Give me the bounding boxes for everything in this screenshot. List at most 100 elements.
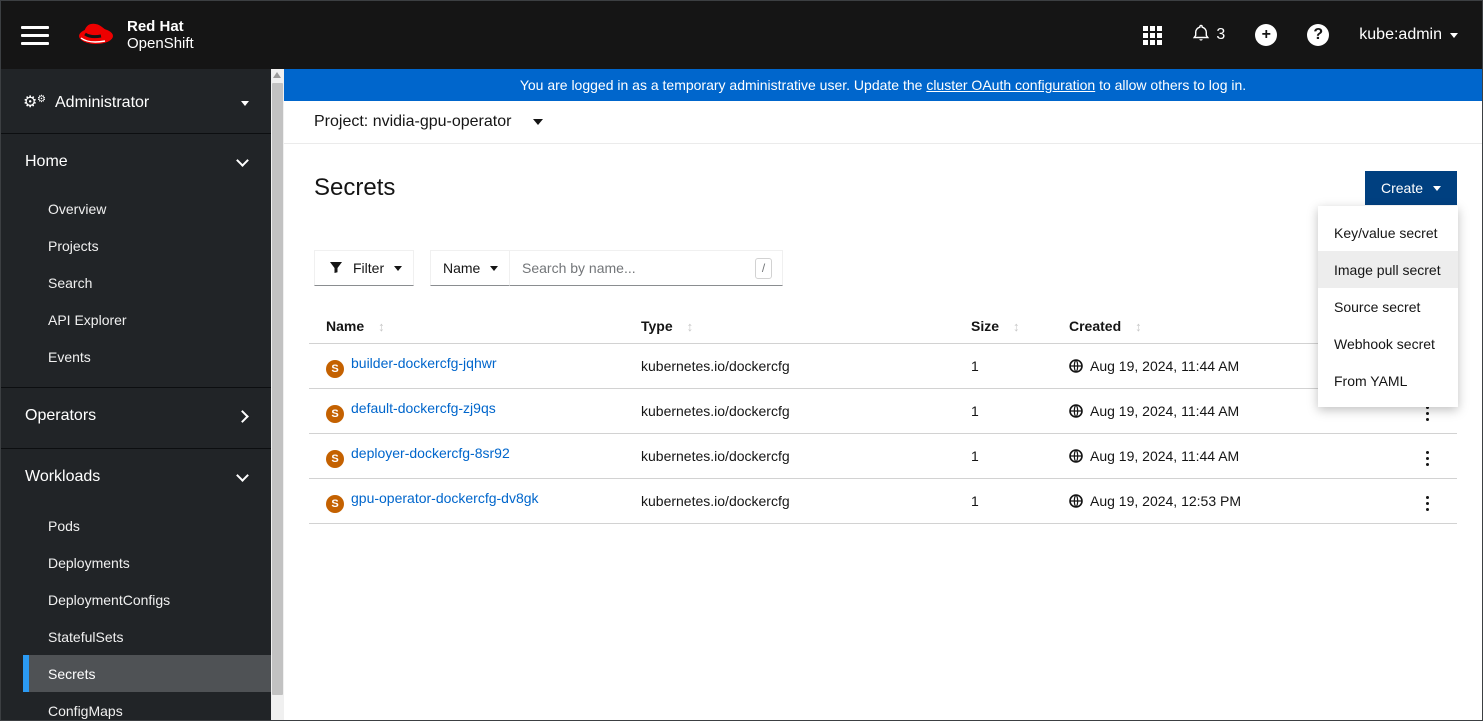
sidebar-nav: ⚙ ⚙ Administrator Home Overview Projects …: [1, 69, 271, 720]
column-header-name[interactable]: Name ↕: [309, 309, 624, 344]
nav-section-home-label: Home: [25, 153, 68, 170]
search-box: /: [510, 250, 783, 286]
secret-size: 1: [954, 433, 1052, 479]
chevron-down-icon: [490, 265, 499, 271]
globe-icon: [1069, 494, 1083, 508]
redhat-fedora-icon: [75, 17, 117, 54]
sidebar-item-events[interactable]: Events: [1, 338, 271, 375]
user-menu[interactable]: kube:admin: [1359, 26, 1458, 44]
secret-link[interactable]: gpu-operator-dockercfg-dv8gk: [351, 490, 539, 506]
vertical-scrollbar[interactable]: [271, 69, 284, 720]
project-selector[interactable]: Project: nvidia-gpu-operator: [314, 113, 511, 131]
perspective-label: Administrator: [55, 94, 150, 111]
chevron-down-icon[interactable]: [533, 119, 544, 125]
sort-icon: ↕: [1135, 319, 1142, 334]
created-timestamp: Aug 19, 2024, 11:44 AM: [1090, 358, 1240, 374]
notifications-button[interactable]: 3: [1192, 24, 1225, 47]
search-input[interactable]: [522, 260, 755, 276]
chevron-right-icon: [236, 409, 249, 423]
sort-icon: ↕: [686, 319, 694, 334]
chevron-down-icon: [394, 265, 403, 271]
temporary-admin-banner: You are logged in as a temporary adminis…: [284, 69, 1482, 101]
sidebar-item-search[interactable]: Search: [1, 264, 271, 301]
notification-count: 3: [1216, 26, 1226, 43]
secret-size: 1: [954, 343, 1052, 389]
secret-badge: S: [326, 359, 344, 378]
sidebar-item-deployments[interactable]: Deployments: [1, 544, 271, 581]
create-button[interactable]: Create: [1364, 171, 1457, 205]
chevron-down-icon: [236, 153, 249, 167]
kebab-menu-icon[interactable]: [1418, 490, 1437, 517]
nav-section-workloads-label: Workloads: [25, 468, 101, 485]
table-row: Sdeployer-dockercfg-8sr92 kubernetes.io/…: [309, 433, 1457, 479]
gears-icon: ⚙ ⚙: [23, 94, 46, 111]
nav-section-home[interactable]: Home: [1, 140, 271, 184]
globe-icon: [1069, 449, 1083, 463]
kebab-menu-icon[interactable]: [1418, 445, 1437, 472]
sidebar-item-overview[interactable]: Overview: [1, 190, 271, 227]
secret-size: 1: [954, 388, 1052, 434]
secret-type: kubernetes.io/dockercfg: [624, 388, 954, 434]
sidebar-item-api-explorer[interactable]: API Explorer: [1, 301, 271, 338]
menu-item-webhook-secret[interactable]: Webhook secret: [1318, 325, 1458, 362]
sidebar-item-secrets[interactable]: Secrets: [23, 655, 271, 692]
app-launcher-grid-icon[interactable]: [1143, 25, 1163, 45]
sidebar-item-deploymentconfigs[interactable]: DeploymentConfigs: [1, 581, 271, 618]
secrets-table: Name ↕ Type ↕ Size ↕ Created ↕ Sbuilder-dock…: [309, 309, 1457, 524]
username: kube:admin: [1359, 26, 1442, 43]
sidebar-item-pods[interactable]: Pods: [1, 507, 271, 544]
menu-item-key-value-secret[interactable]: Key/value secret: [1318, 214, 1458, 251]
banner-text-after: to allow others to log in.: [1095, 77, 1247, 93]
secret-badge: S: [326, 494, 344, 513]
masthead-actions: 3 + ? kube:admin: [1143, 24, 1458, 47]
nav-toggle-hamburger-icon[interactable]: [21, 25, 49, 45]
secret-link[interactable]: default-dockercfg-zj9qs: [351, 400, 496, 416]
sort-icon: ↕: [1013, 319, 1020, 334]
brand-line2: OpenShift: [127, 35, 194, 52]
secret-type: kubernetes.io/dockercfg: [624, 478, 954, 524]
page-title: Secrets: [314, 174, 396, 201]
column-header-type[interactable]: Type ↕: [624, 309, 954, 344]
secret-badge: S: [326, 449, 344, 468]
brand-line1: Red Hat: [127, 18, 184, 35]
created-timestamp: Aug 19, 2024, 11:44 AM: [1090, 448, 1240, 464]
nav-section-operators[interactable]: Operators: [1, 394, 271, 438]
secret-size: 1: [954, 478, 1052, 524]
scrollbar-up-arrow-icon[interactable]: [273, 72, 281, 78]
sidebar-item-projects[interactable]: Projects: [1, 227, 271, 264]
table-header-row: Name ↕ Type ↕ Size ↕ Created ↕: [309, 309, 1457, 344]
perspective-switcher[interactable]: ⚙ ⚙ Administrator: [1, 69, 271, 134]
nav-section-workloads[interactable]: Workloads: [1, 455, 271, 499]
banner-text-before: You are logged in as a temporary adminis…: [519, 77, 927, 93]
divider: [1, 448, 271, 449]
table-row: Sgpu-operator-dockercfg-dv8gk kubernetes…: [309, 478, 1457, 524]
menu-item-image-pull-secret[interactable]: Image pull secret: [1318, 251, 1458, 288]
secret-type: kubernetes.io/dockercfg: [624, 343, 954, 389]
scrollbar-thumb[interactable]: [272, 83, 283, 695]
list-toolbar: Filter Name /: [314, 250, 1457, 286]
help-question-icon[interactable]: ?: [1307, 24, 1330, 46]
openshift-console: Red Hat OpenShift 3 + ? kube:admin ⚙ ⚙ A…: [0, 0, 1483, 721]
secrets-page: Secrets Create Key/value secret Image pu…: [284, 144, 1482, 720]
globe-icon: [1069, 404, 1083, 418]
column-header-size[interactable]: Size ↕: [954, 309, 1052, 344]
secret-link[interactable]: deployer-dockercfg-8sr92: [351, 445, 510, 461]
main-content: You are logged in as a temporary adminis…: [284, 69, 1482, 720]
divider: [1, 387, 271, 388]
secret-type: kubernetes.io/dockercfg: [624, 433, 954, 479]
menu-item-from-yaml[interactable]: From YAML: [1318, 362, 1458, 399]
filter-dropdown-button[interactable]: Filter: [314, 250, 414, 286]
search-attribute-dropdown[interactable]: Name: [430, 250, 510, 286]
nav-section-operators-label: Operators: [25, 407, 97, 424]
chevron-down-icon: [1433, 185, 1441, 191]
chevron-down-icon: [236, 468, 249, 482]
sidebar-item-configmaps[interactable]: ConfigMaps: [1, 692, 271, 720]
filter-funnel-icon: [329, 260, 343, 277]
import-plus-icon[interactable]: +: [1255, 24, 1278, 46]
sidebar-item-statefulsets[interactable]: StatefulSets: [1, 618, 271, 655]
menu-item-source-secret[interactable]: Source secret: [1318, 288, 1458, 325]
cluster-oauth-link[interactable]: cluster OAuth configuration: [926, 77, 1095, 93]
redhat-openshift-logo: Red Hat OpenShift: [75, 17, 194, 54]
secret-badge: S: [326, 404, 344, 423]
secret-link[interactable]: builder-dockercfg-jqhwr: [351, 355, 497, 371]
